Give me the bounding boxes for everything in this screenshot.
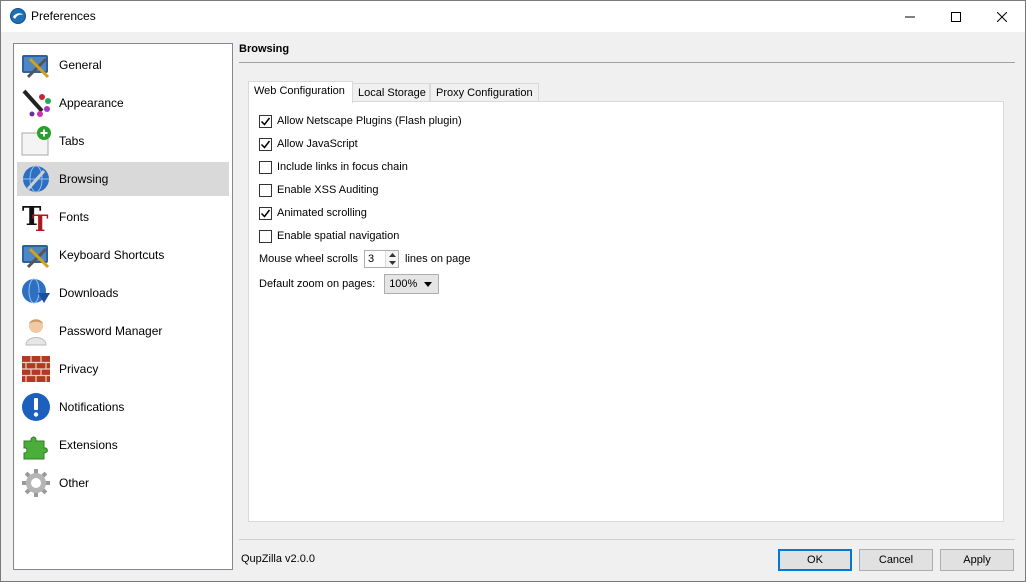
maximize-button[interactable] — [933, 1, 979, 32]
option-label: Enable XSS Auditing — [277, 184, 379, 196]
sidebar-item-appearance[interactable]: Appearance — [17, 86, 229, 120]
checkmark-icon — [260, 117, 271, 126]
sidebar-item-label: Other — [59, 476, 90, 490]
general-tools-icon — [22, 55, 50, 79]
default-zoom-value: 100% — [389, 278, 418, 290]
svg-text:T: T — [32, 211, 49, 233]
checkbox-xss-auditing[interactable] — [259, 183, 272, 197]
checkbox-spatial-navigation[interactable] — [259, 229, 272, 243]
sidebar-item-keyboard-shortcuts[interactable]: Keyboard Shortcuts — [17, 238, 229, 272]
sidebar-item-notifications[interactable]: Notifications — [17, 390, 229, 424]
brick-wall-icon — [22, 356, 50, 382]
footer-divider — [239, 539, 1015, 540]
info-exclamation-icon — [22, 393, 50, 421]
chevron-up-icon — [388, 253, 396, 257]
sidebar-item-downloads[interactable]: Downloads — [17, 276, 229, 310]
option-label: Include links in focus chain — [277, 161, 408, 173]
wheel-lines-spinbox[interactable]: 3 — [364, 250, 400, 268]
minimize-button[interactable] — [887, 1, 933, 32]
new-tab-plus-icon — [21, 126, 51, 156]
option-label: Animated scrolling — [277, 207, 367, 219]
section-title: Browsing — [239, 43, 290, 55]
checkbox-animated-scrolling[interactable] — [259, 206, 272, 220]
mouse-wheel-row: Mouse wheel scrolls 3 lines on page — [259, 249, 471, 269]
download-globe-icon — [22, 278, 50, 304]
window-title: Preferences — [31, 9, 96, 23]
user-person-icon — [25, 319, 47, 346]
checkbox-allow-javascript[interactable] — [259, 137, 272, 151]
sidebar-item-label: Extensions — [59, 438, 118, 452]
title-bar: Preferences — [1, 1, 1025, 32]
keyboard-tools-icon — [22, 245, 50, 269]
sidebar-item-label: Keyboard Shortcuts — [59, 248, 165, 262]
close-icon — [997, 11, 1007, 22]
sidebar-item-label: General — [59, 58, 102, 72]
preferences-window: Preferences General Appearance Tabs Brow… — [0, 0, 1026, 582]
checkbox-netscape-plugins[interactable] — [259, 114, 272, 128]
option-label: Enable spatial navigation — [277, 230, 400, 242]
checkbox-links-focus-chain[interactable] — [259, 160, 272, 174]
sidebar-item-fonts[interactable]: T T Fonts — [17, 200, 229, 234]
spin-arrows — [385, 251, 399, 267]
apply-button[interactable]: Apply — [940, 549, 1014, 571]
sidebar-item-label: Fonts — [59, 210, 90, 224]
sidebar-item-label: Password Manager — [59, 324, 163, 338]
option-allow-javascript[interactable]: Allow JavaScript — [259, 136, 358, 152]
lines-on-page-label: lines on page — [405, 253, 471, 265]
default-zoom-row: Default zoom on pages: 100% — [259, 274, 440, 294]
option-spatial-navigation[interactable]: Enable spatial navigation — [259, 228, 399, 244]
sidebar-item-password-manager[interactable]: Password Manager — [17, 314, 229, 348]
sidebar-item-tabs[interactable]: Tabs — [17, 124, 229, 158]
sidebar-item-general[interactable]: General — [17, 48, 229, 82]
maximize-icon — [951, 11, 961, 22]
sidebar-item-label: Notifications — [59, 400, 125, 414]
checkmark-icon — [260, 209, 271, 218]
checkmark-icon — [260, 140, 271, 149]
tab-web-configuration[interactable]: Web Configuration — [248, 81, 353, 103]
sidebar-item-privacy[interactable]: Privacy — [17, 352, 229, 386]
chevron-down-icon — [424, 282, 433, 287]
tab-local-storage[interactable]: Local Storage — [352, 83, 430, 102]
default-zoom-select[interactable]: 100% — [384, 274, 440, 294]
minimize-icon — [905, 16, 915, 17]
option-netscape-plugins[interactable]: Allow Netscape Plugins (Flash plugin) — [259, 113, 462, 129]
option-links-focus-chain[interactable]: Include links in focus chain — [259, 159, 408, 175]
globe-wrench-icon — [23, 165, 49, 193]
sidebar-item-label: Downloads — [59, 286, 119, 300]
sidebar-item-browsing[interactable]: Browsing — [17, 162, 229, 196]
font-t-icon: T T — [22, 202, 49, 233]
sidebar-item-label: Privacy — [59, 362, 99, 376]
cancel-button[interactable]: Cancel — [859, 549, 933, 571]
tab-proxy-configuration[interactable]: Proxy Configuration — [430, 83, 539, 102]
mouse-wheel-label: Mouse wheel scrolls — [259, 253, 359, 265]
ok-button[interactable]: OK — [778, 549, 852, 571]
preferences-category-list: General Appearance Tabs Browsing T T Fon… — [13, 43, 233, 570]
version-label: QupZilla v2.0.0 — [241, 553, 315, 565]
sidebar-item-label: Tabs — [59, 134, 85, 148]
sidebar-item-extensions[interactable]: Extensions — [17, 428, 229, 462]
chevron-down-icon — [388, 261, 396, 265]
puzzle-piece-icon — [23, 436, 48, 460]
gear-icon — [22, 469, 50, 497]
sidebar-item-other[interactable]: Other — [17, 466, 229, 500]
option-label: Allow JavaScript — [277, 138, 358, 150]
close-button[interactable] — [979, 1, 1025, 32]
option-animated-scrolling[interactable]: Animated scrolling — [259, 205, 367, 221]
default-zoom-label: Default zoom on pages: — [259, 278, 376, 290]
option-xss-auditing[interactable]: Enable XSS Auditing — [259, 182, 379, 198]
spin-up-button[interactable] — [386, 251, 399, 259]
qupzilla-logo-icon — [10, 8, 26, 24]
spin-down-button[interactable] — [386, 259, 399, 267]
section-divider — [239, 62, 1015, 63]
sidebar-item-label: Appearance — [59, 96, 124, 110]
option-label: Allow Netscape Plugins (Flash plugin) — [277, 115, 462, 127]
sidebar-item-label: Browsing — [59, 172, 109, 186]
paint-palette-icon — [22, 89, 51, 117]
web-configuration-panel: Allow Netscape Plugins (Flash plugin) Al… — [248, 101, 1004, 522]
wheel-lines-value[interactable]: 3 — [365, 251, 385, 267]
